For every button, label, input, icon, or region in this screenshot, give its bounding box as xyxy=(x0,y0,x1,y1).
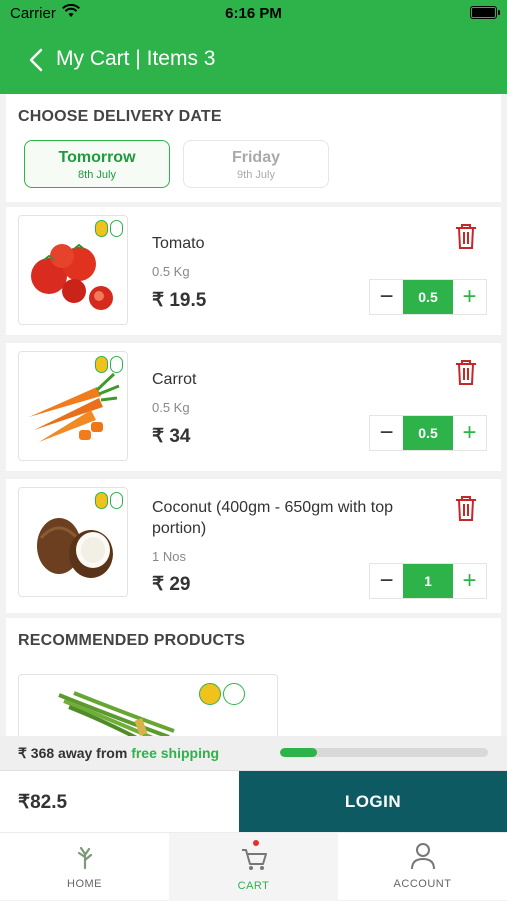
date-value: 9th July xyxy=(237,169,275,181)
cart-item: Tomato 0.5 Kg ₹ 19.5 − 0.5 + xyxy=(6,207,501,335)
date-day: Tomorrow xyxy=(58,149,136,166)
cart-icon xyxy=(241,840,267,870)
date-option-friday[interactable]: Friday 9th July xyxy=(183,140,329,188)
decrease-button[interactable]: − xyxy=(370,280,403,314)
product-price: ₹ 19.5 xyxy=(152,290,207,311)
delete-icon[interactable] xyxy=(454,358,478,386)
product-quantity: 1 Nos xyxy=(152,549,186,564)
organic-badge-icon xyxy=(110,492,123,509)
delivery-section-title: CHOOSE DELIVERY DATE xyxy=(18,108,222,125)
date-value: 8th July xyxy=(78,169,116,181)
back-arrow-icon[interactable] xyxy=(26,46,48,74)
tab-home[interactable]: HOME xyxy=(0,833,169,901)
farmer-badge-icon xyxy=(95,356,108,373)
product-image[interactable] xyxy=(18,351,128,461)
product-quantity: 0.5 Kg xyxy=(152,400,190,415)
cart-total: ₹82.5 xyxy=(18,792,68,813)
product-quantity: 0.5 Kg xyxy=(152,264,190,279)
quantity-stepper: − 0.5 + xyxy=(369,279,487,315)
quantity-value: 0.5 xyxy=(403,280,453,314)
recommended-section-title: RECOMMENDED PRODUCTS xyxy=(18,632,246,649)
date-day: Friday xyxy=(231,149,280,166)
product-price: ₹ 34 xyxy=(152,426,191,447)
farmer-badge-icon xyxy=(199,683,221,705)
product-badges xyxy=(199,683,245,705)
checkout-bar: ₹82.5 LOGIN xyxy=(0,770,507,833)
shipping-progress-track xyxy=(280,748,488,757)
product-price: ₹ 29 xyxy=(152,574,191,595)
bottom-tab-bar: HOME CART ACCOUNT xyxy=(0,832,507,901)
app-header: My Cart | Items 3 xyxy=(0,26,507,94)
farmer-badge-icon xyxy=(95,492,108,509)
tab-label: CART xyxy=(237,880,270,892)
battery-icon xyxy=(470,6,500,19)
person-icon xyxy=(410,843,435,870)
product-badges xyxy=(95,356,123,373)
recommended-product-card[interactable] xyxy=(18,674,278,736)
clock: 6:16 PM xyxy=(225,5,282,22)
delivery-date-section: CHOOSE DELIVERY DATE Tomorrow 8th July F… xyxy=(6,94,501,202)
shipping-progress-fill xyxy=(280,748,318,757)
quantity-value: 0.5 xyxy=(403,416,453,450)
free-shipping-text: ₹ 368 away from free shipping xyxy=(18,745,220,761)
organic-badge-icon xyxy=(223,683,245,705)
tab-label: HOME xyxy=(67,878,102,890)
date-option-tomorrow[interactable]: Tomorrow 8th July xyxy=(24,140,170,188)
delete-icon[interactable] xyxy=(454,222,478,250)
tab-cart[interactable]: CART xyxy=(169,833,338,901)
page-title: My Cart | Items 3 xyxy=(56,47,216,70)
tab-label: ACCOUNT xyxy=(393,878,452,890)
cart-item: Coconut (400gm - 650gm with top portion)… xyxy=(6,479,501,613)
increase-button[interactable]: + xyxy=(453,564,486,598)
tab-account[interactable]: ACCOUNT xyxy=(338,833,507,901)
increase-button[interactable]: + xyxy=(453,416,486,450)
quantity-value: 1 xyxy=(403,564,453,598)
increase-button[interactable]: + xyxy=(453,280,486,314)
quantity-stepper: − 0.5 + xyxy=(369,415,487,451)
status-bar: Carrier 6:16 PM xyxy=(0,0,507,26)
organic-badge-icon xyxy=(110,356,123,373)
leaf-icon xyxy=(77,846,92,869)
delete-icon[interactable] xyxy=(454,494,478,522)
product-image[interactable] xyxy=(18,487,128,597)
quantity-stepper: − 1 + xyxy=(369,563,487,599)
product-image[interactable] xyxy=(18,215,128,325)
farmer-badge-icon xyxy=(95,220,108,237)
decrease-button[interactable]: − xyxy=(370,564,403,598)
organic-badge-icon xyxy=(110,220,123,237)
product-badges xyxy=(95,220,123,237)
decrease-button[interactable]: − xyxy=(370,416,403,450)
product-name: Coconut (400gm - 650gm with top portion) xyxy=(152,499,394,537)
recommended-section: RECOMMENDED PRODUCTS xyxy=(6,618,501,736)
product-name: Carrot xyxy=(152,371,197,388)
product-name: Tomato xyxy=(152,235,205,252)
cart-item: Carrot 0.5 Kg ₹ 34 − 0.5 + xyxy=(6,343,501,471)
free-shipping-bar: ₹ 368 away from free shipping xyxy=(0,736,507,770)
login-button[interactable]: LOGIN xyxy=(239,771,507,833)
product-badges xyxy=(95,492,123,509)
